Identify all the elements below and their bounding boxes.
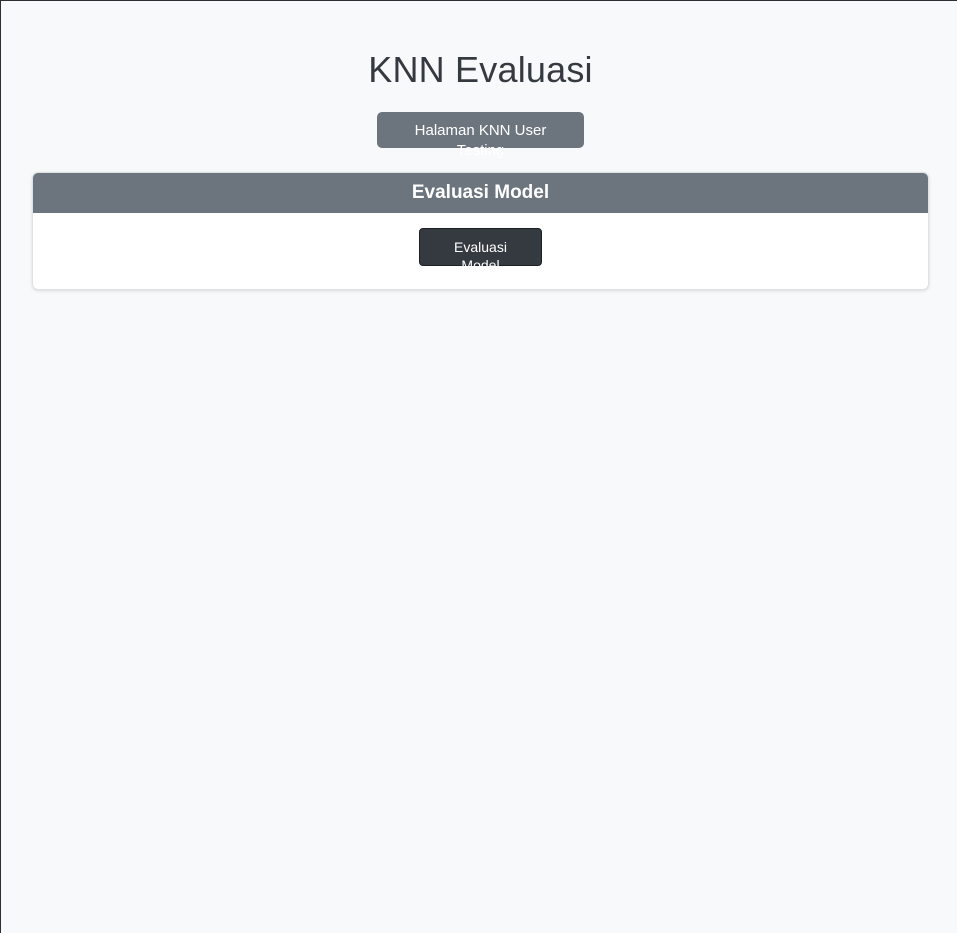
card-body: Evaluasi Model [33,213,928,289]
evaluate-model-button[interactable]: Evaluasi Model [419,228,542,273]
evaluation-card: Evaluasi Model Evaluasi Model [32,172,929,290]
nav-row: Halaman KNN User Testing [32,112,929,159]
page-title: KNN Evaluasi [368,49,593,90]
user-testing-link-button[interactable]: Halaman KNN User Testing [377,112,584,159]
main-container: KNN Evaluasi Halaman KNN User Testing Ev… [0,0,957,290]
card-header: Evaluasi Model [33,173,928,213]
